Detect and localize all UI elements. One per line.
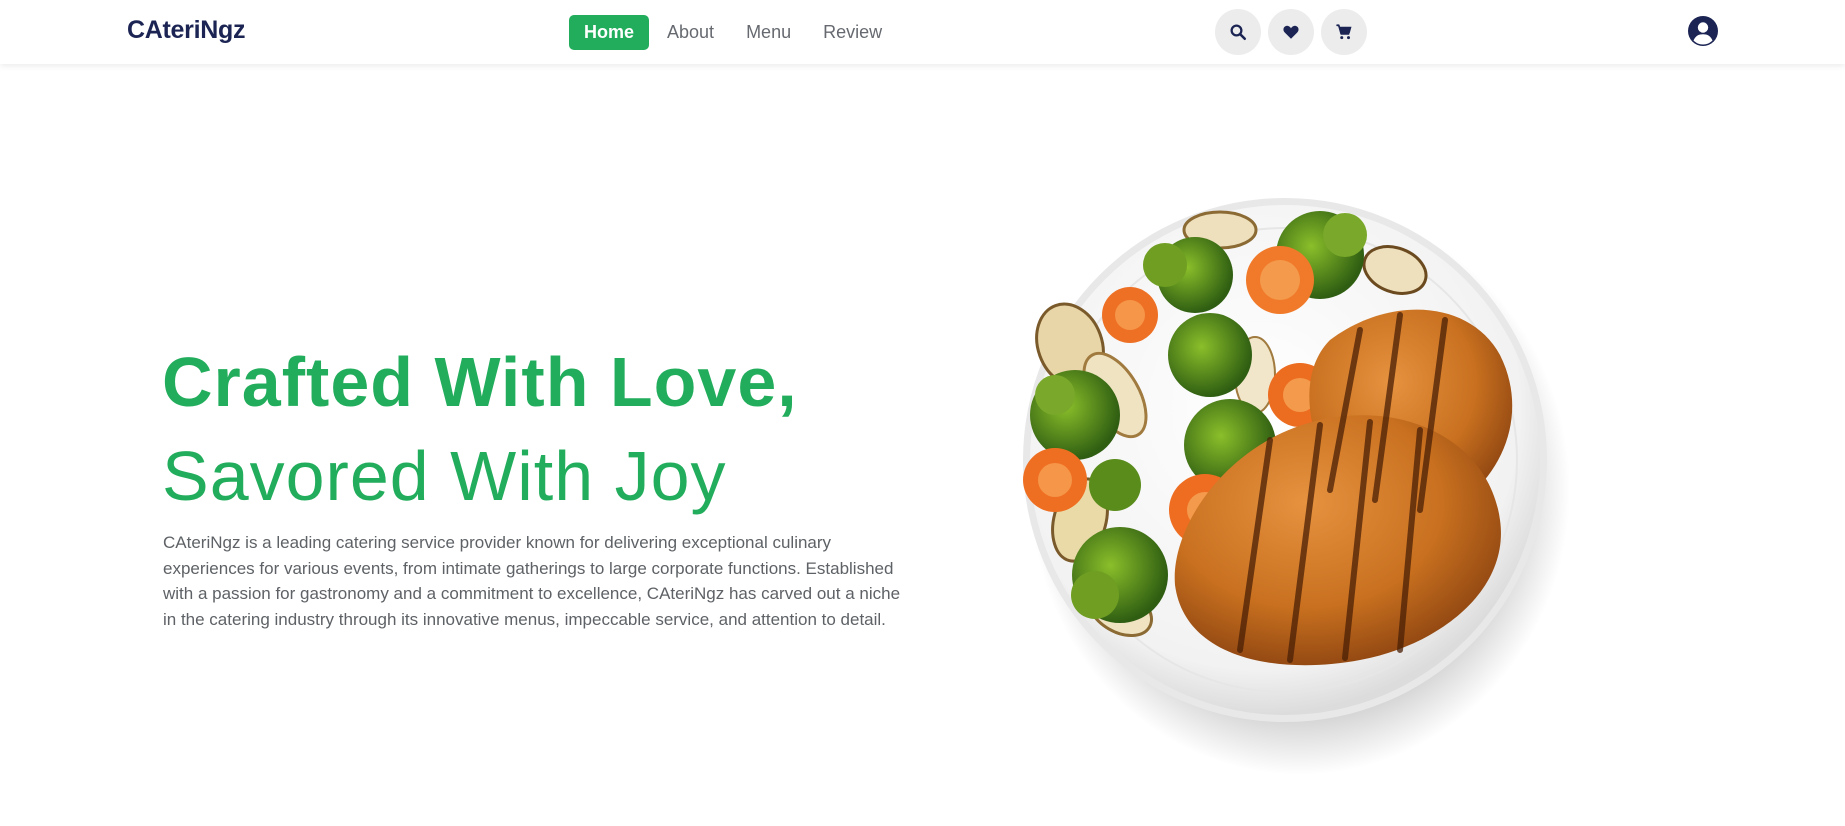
heart-icon (1283, 25, 1299, 39)
nav-menu[interactable]: Menu (740, 16, 797, 49)
profile-button[interactable] (1687, 15, 1719, 47)
nav-about[interactable]: About (661, 16, 720, 49)
user-circle-icon (1688, 16, 1718, 46)
wishlist-button[interactable] (1268, 9, 1314, 55)
hero-subtitle: Savored With Joy (162, 437, 727, 515)
search-button[interactable] (1215, 9, 1261, 55)
hero-title: Crafted With Love, (162, 343, 798, 421)
navbar: CAteriNgz Home About Menu Review (0, 0, 1845, 64)
cart-button[interactable] (1321, 9, 1367, 55)
nav-review[interactable]: Review (817, 16, 888, 49)
nav-home[interactable]: Home (569, 15, 650, 50)
hero-description: CAteriNgz is a leading catering service … (163, 533, 901, 629)
cart-icon (1335, 24, 1352, 40)
brand-logo[interactable]: CAteriNgz (127, 16, 245, 45)
main-nav: Home About Menu Review (569, 15, 908, 50)
hero-food-image (1000, 190, 1580, 790)
search-icon (1230, 24, 1247, 41)
header-actions (1215, 9, 1374, 55)
